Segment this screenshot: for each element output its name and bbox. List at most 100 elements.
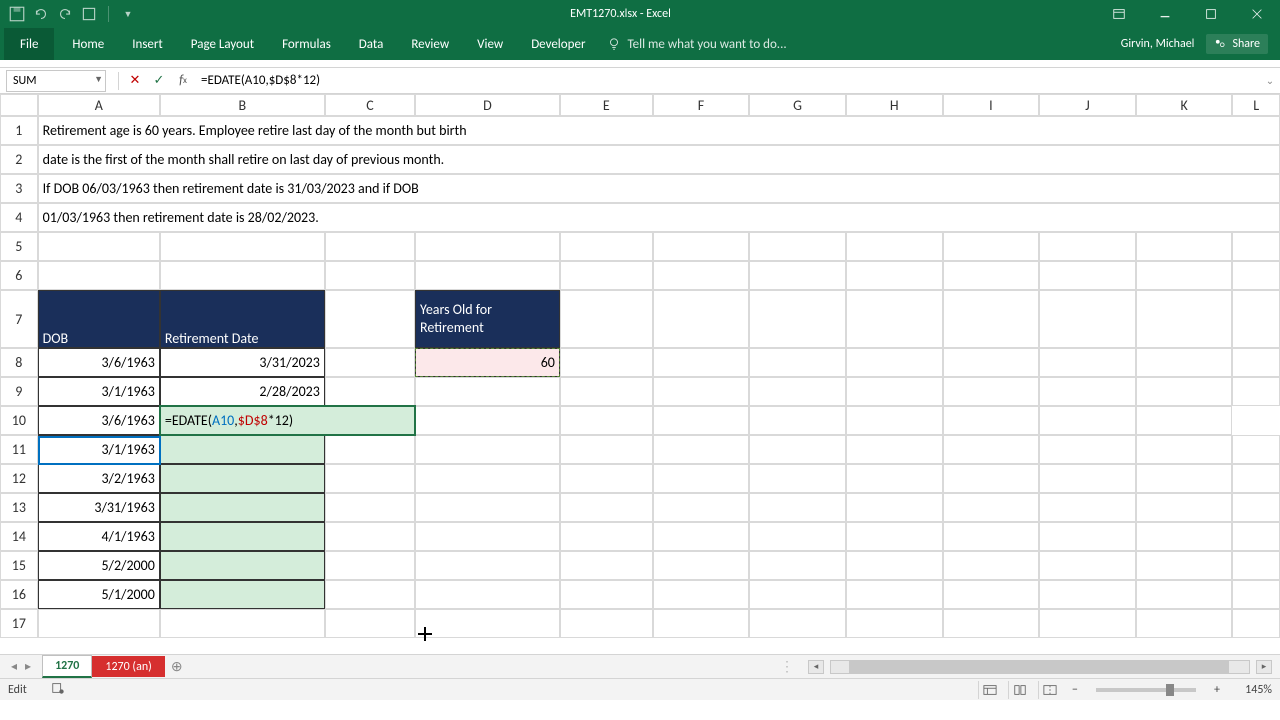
insert-tab[interactable]: Insert <box>118 28 177 60</box>
cell-a10[interactable]: 3/6/1963 <box>38 406 160 435</box>
row-header-13[interactable]: 13 <box>0 493 38 522</box>
sheet-tab-1270-an[interactable]: 1270 (an) <box>92 656 164 677</box>
macro-record-icon[interactable] <box>51 681 65 699</box>
col-header-L[interactable]: L <box>1232 94 1280 116</box>
col-header-K[interactable]: K <box>1136 94 1233 116</box>
review-tab[interactable]: Review <box>397 28 463 60</box>
col-header-I[interactable]: I <box>943 94 1040 116</box>
horizontal-scrollbar[interactable] <box>830 660 1250 674</box>
home-tab[interactable]: Home <box>58 28 118 60</box>
hscroll-right-button[interactable]: ▸ <box>1256 660 1272 674</box>
col-header-A[interactable]: A <box>38 94 160 116</box>
zoom-level[interactable]: 145% <box>1232 683 1272 697</box>
data-tab[interactable]: Data <box>345 28 398 60</box>
hscroll-left-button[interactable]: ◂ <box>808 660 824 674</box>
hscroll-thumb[interactable] <box>849 661 1229 673</box>
zoom-out-button[interactable]: − <box>1068 683 1082 697</box>
name-box-dropdown-icon[interactable]: ▼ <box>94 74 103 85</box>
file-tab[interactable]: File <box>4 28 54 60</box>
page-break-view-button[interactable] <box>1038 681 1060 699</box>
row-header-1[interactable]: 1 <box>0 116 38 145</box>
col-header-E[interactable]: E <box>560 94 653 116</box>
zoom-in-button[interactable]: + <box>1210 683 1224 697</box>
maximize-button[interactable] <box>1188 0 1234 28</box>
enter-formula-button[interactable]: ✓ <box>147 70 171 92</box>
col-header-J[interactable]: J <box>1039 94 1136 116</box>
cell-b15[interactable] <box>160 551 325 580</box>
row-header-7[interactable]: 7 <box>0 290 38 348</box>
header-retirement-date[interactable]: Retirement Date <box>160 290 325 348</box>
tab-split-handle[interactable]: ⋮ <box>774 658 800 675</box>
insert-function-button[interactable]: fx <box>171 70 195 92</box>
cell-a12[interactable]: 3/2/1963 <box>38 464 160 493</box>
row-header-2[interactable]: 2 <box>0 145 38 174</box>
col-header-G[interactable]: G <box>749 94 846 116</box>
row-header-11[interactable]: 11 <box>0 435 38 464</box>
view-tab[interactable]: View <box>463 28 517 60</box>
row-header-16[interactable]: 16 <box>0 580 38 609</box>
row-header-9[interactable]: 9 <box>0 377 38 406</box>
qat-save-icon[interactable] <box>8 5 26 23</box>
cell-b10-editing[interactable]: =EDATE(A10,$D$8*12) <box>160 406 415 435</box>
col-header-B[interactable]: B <box>160 94 325 116</box>
cell-b14[interactable] <box>160 522 325 551</box>
row-header-14[interactable]: 14 <box>0 522 38 551</box>
developer-tab[interactable]: Developer <box>517 28 599 60</box>
formula-bar-expand-icon[interactable]: ⌄ <box>1260 74 1280 87</box>
user-name[interactable]: Girvin, Michael <box>1121 37 1195 51</box>
cell-a16[interactable]: 5/1/2000 <box>38 580 160 609</box>
cell-b9[interactable]: 2/28/2023 <box>160 377 325 406</box>
qat-customize-icon[interactable] <box>80 5 98 23</box>
col-header-D[interactable]: D <box>415 94 560 116</box>
cell-b13[interactable] <box>160 493 325 522</box>
row-header-8[interactable]: 8 <box>0 348 38 377</box>
cell-b8[interactable]: 3/31/2023 <box>160 348 325 377</box>
cell-a5[interactable] <box>38 232 160 261</box>
close-button[interactable] <box>1234 0 1280 28</box>
row-header-3[interactable]: 3 <box>0 174 38 203</box>
col-header-F[interactable]: F <box>653 94 750 116</box>
sheet-tab-1270[interactable]: 1270 <box>42 655 92 678</box>
header-years-old[interactable]: Years Old for Retirement <box>415 290 560 348</box>
row-header-12[interactable]: 12 <box>0 464 38 493</box>
ribbon-display-options[interactable] <box>1096 0 1142 28</box>
row-header-15[interactable]: 15 <box>0 551 38 580</box>
cell-a14[interactable]: 4/1/1963 <box>38 522 160 551</box>
cell-a8[interactable]: 3/6/1963 <box>38 348 160 377</box>
formula-input[interactable]: =EDATE(A10,$D$8*12) <box>195 73 1260 88</box>
cell-a1[interactable]: Retirement age is 60 years. Employee ret… <box>38 116 1280 145</box>
page-layout-tab[interactable]: Page Layout <box>177 28 268 60</box>
select-all-corner[interactable] <box>0 94 38 116</box>
cell-b12[interactable] <box>160 464 325 493</box>
cancel-formula-button[interactable]: ✕ <box>123 70 147 92</box>
minimize-button[interactable] <box>1142 0 1188 28</box>
page-layout-view-button[interactable] <box>1008 681 1030 699</box>
col-header-C[interactable]: C <box>325 94 415 116</box>
qat-redo-icon[interactable] <box>56 5 74 23</box>
cell-b16[interactable] <box>160 580 325 609</box>
row-header-10[interactable]: 10 <box>0 406 38 435</box>
cell-a4[interactable]: 01/03/1963 then retirement date is 28/02… <box>38 203 1280 232</box>
row-header-4[interactable]: 4 <box>0 203 38 232</box>
zoom-slider[interactable] <box>1096 688 1196 692</box>
header-dob[interactable]: DOB <box>38 290 160 348</box>
col-header-H[interactable]: H <box>846 94 943 116</box>
formulas-tab[interactable]: Formulas <box>268 28 345 60</box>
normal-view-button[interactable] <box>978 681 1000 699</box>
worksheet-grid[interactable]: A B C D E F G H I J K L 1 Retirement age… <box>0 94 1280 654</box>
cell-a15[interactable]: 5/2/2000 <box>38 551 160 580</box>
cell-a13[interactable]: 3/31/1963 <box>38 493 160 522</box>
qat-undo-icon[interactable] <box>32 5 50 23</box>
cell-b11[interactable] <box>160 435 325 464</box>
tab-scroll-buttons[interactable]: ◂▸ <box>0 659 42 674</box>
cell-a2[interactable]: date is the first of the month shall ret… <box>38 145 1280 174</box>
row-header-5[interactable]: 5 <box>0 232 38 261</box>
share-button[interactable]: Share <box>1206 34 1268 54</box>
zoom-slider-thumb[interactable] <box>1166 684 1174 696</box>
cell-a11[interactable]: 3/1/1963 <box>38 435 160 464</box>
tell-me-search[interactable]: Tell me what you want to do... <box>607 37 786 52</box>
name-box[interactable]: SUM ▼ <box>6 70 106 92</box>
qat-dropdown-icon[interactable]: ▼ <box>119 5 137 23</box>
cell-d8[interactable]: 60 <box>415 348 560 377</box>
row-header-17[interactable]: 17 <box>0 609 38 638</box>
